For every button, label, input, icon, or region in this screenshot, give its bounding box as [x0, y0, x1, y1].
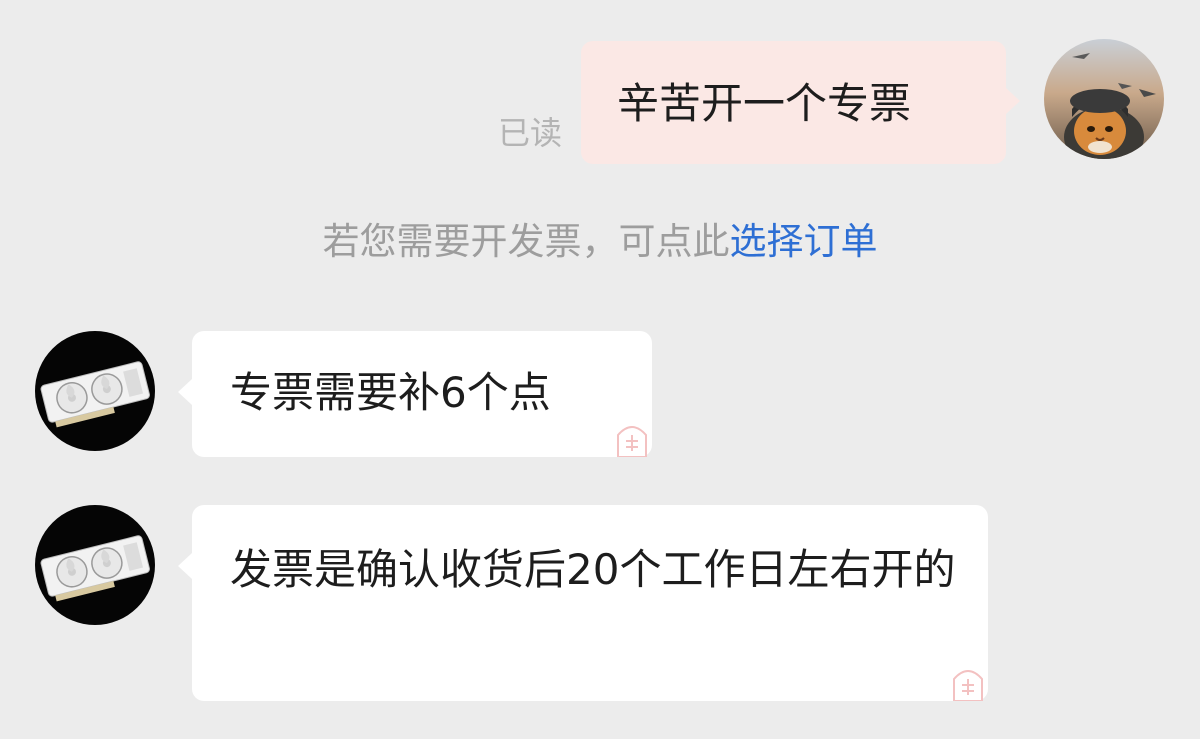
pin-badge-icon	[617, 426, 647, 457]
graphics-card-icon	[35, 331, 155, 451]
read-status: 已读	[498, 114, 563, 152]
self-message-bubble[interactable]: 辛苦开一个专票	[581, 41, 1020, 164]
reply-text-1: 专票需要补6个点	[230, 368, 551, 417]
reply-bubble-2[interactable]: 发票是确认收货后20个工作日左右开的	[178, 505, 988, 701]
pin-badge-icon	[953, 670, 983, 701]
bubble-tail	[178, 553, 192, 579]
bubble-tail	[178, 379, 192, 405]
select-order-link[interactable]: 选择订单	[730, 220, 878, 263]
reply-text-2: 发票是确认收货后20个工作日左右开的	[230, 545, 956, 594]
reply-bubble-1[interactable]: 专票需要补6个点	[178, 331, 652, 457]
invoice-system-notice: 若您需要开发票，可点此选择订单	[0, 218, 1200, 266]
cat-pilot-avatar-icon	[1044, 39, 1164, 159]
bubble-tail	[1006, 88, 1020, 114]
merchant-avatar[interactable]	[35, 331, 155, 451]
graphics-card-icon	[35, 505, 155, 625]
merchant-avatar[interactable]	[35, 505, 155, 625]
invoice-notice-text: 若您需要开发票，可点此	[322, 220, 730, 263]
self-avatar[interactable]	[1044, 39, 1164, 159]
self-message-text: 辛苦开一个专票	[617, 79, 912, 128]
